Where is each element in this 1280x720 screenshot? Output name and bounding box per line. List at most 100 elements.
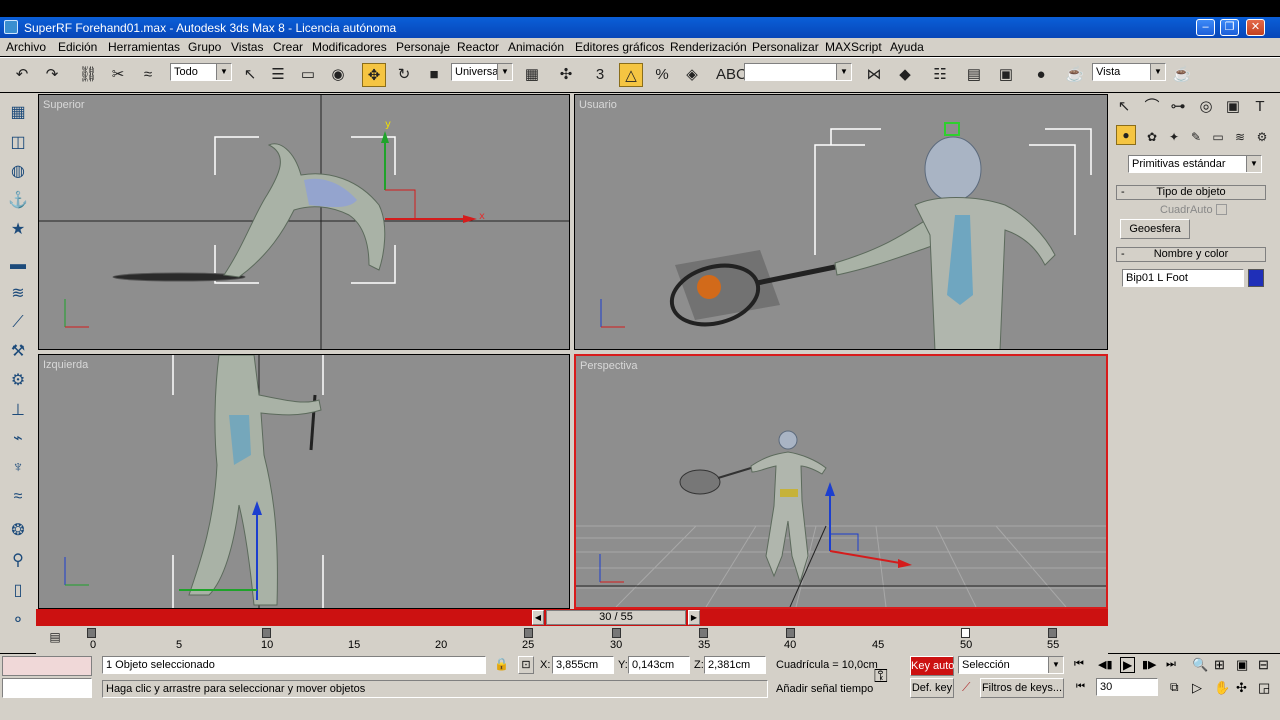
pivot-center-icon[interactable]: ▦ (520, 63, 544, 87)
deforming-mesh-icon[interactable]: ★ (6, 218, 30, 242)
spring-icon[interactable]: ≋ (6, 282, 30, 306)
preview-animation-icon[interactable]: ⚬ (6, 609, 30, 633)
go-to-start-icon[interactable]: ⏮ (1074, 658, 1084, 671)
maxscript-input[interactable] (2, 678, 92, 698)
zoom-icon[interactable]: 🔍 (1192, 657, 1208, 673)
pan-icon[interactable]: ✋ (1214, 680, 1230, 696)
hierarchy-tab-icon[interactable]: ⊶ (1166, 95, 1190, 119)
zoom-extents-all-icon[interactable]: ⊟ (1258, 657, 1269, 673)
reference-coordinate-dropdown[interactable]: Universal ▼ (451, 63, 513, 81)
menu-edicion[interactable]: Edición (58, 40, 97, 54)
object-color-swatch[interactable] (1248, 269, 1264, 287)
rollout-object-type[interactable]: - Tipo de objeto (1116, 185, 1266, 200)
mini-curve-editor-icon[interactable]: ▤ (44, 628, 66, 646)
field-of-view-icon[interactable]: ▷ (1192, 680, 1202, 696)
play-icon[interactable]: ▶ (1120, 657, 1136, 673)
menu-reactor[interactable]: Reactor (457, 40, 499, 54)
rigid-body-collection-icon[interactable]: ▦ (6, 101, 30, 125)
water-icon[interactable]: ♆ (6, 456, 30, 480)
create-tab-icon[interactable]: ↖ (1112, 95, 1136, 119)
menu-personalizar[interactable]: Personalizar (752, 40, 819, 54)
curve-editor-icon[interactable]: ▤ (962, 63, 986, 87)
keyframe-marker[interactable] (699, 628, 708, 638)
space-warps-icon[interactable]: ≋ (1228, 125, 1252, 149)
previous-frame-icon[interactable]: ◀▮ (1098, 658, 1113, 671)
keyframe-marker[interactable] (961, 628, 970, 638)
time-slider-thumb[interactable]: 30 / 55 (546, 610, 686, 625)
viewport-user[interactable]: Usuario (574, 94, 1108, 350)
plane-icon[interactable]: ▬ (6, 253, 30, 277)
ragdoll-icon[interactable]: ▯ (6, 579, 30, 603)
cloth-collection-icon[interactable]: ◫ (6, 131, 30, 155)
menu-crear[interactable]: Crear (273, 40, 303, 54)
rope-collection-icon[interactable]: ⚓ (6, 189, 30, 213)
align-icon[interactable]: ◆ (893, 63, 917, 87)
rectangular-selection-icon[interactable]: ▭ (296, 63, 320, 87)
fracture-icon[interactable]: ⌁ (6, 427, 30, 451)
arc-rotate-icon[interactable]: ✣ (1236, 680, 1247, 696)
selection-set-dropdown[interactable]: Selección ▼ (958, 656, 1064, 674)
select-and-scale-icon[interactable]: ■ (422, 63, 446, 87)
slider-next-icon[interactable]: ▶ (688, 610, 700, 625)
menu-ayuda[interactable]: Ayuda (890, 40, 924, 54)
x-coordinate-field[interactable]: 3,855cm (552, 656, 614, 674)
utilities-tab-icon[interactable]: T (1248, 95, 1272, 119)
material-editor-icon[interactable]: ● (1029, 63, 1053, 87)
hinge-icon[interactable]: ❂ (6, 519, 30, 543)
track-bar[interactable]: ▤ 0 5 10 15 20 25 30 35 40 45 50 55 (36, 626, 1108, 654)
minimize-button[interactable]: – (1196, 19, 1215, 36)
quick-render-icon[interactable]: ☕ (1170, 63, 1194, 87)
bind-space-warp-icon[interactable]: ≈ (136, 63, 160, 87)
motor-icon[interactable]: ⚒ (6, 340, 30, 364)
window-crossing-icon[interactable]: ◉ (326, 63, 350, 87)
primitive-category-dropdown[interactable]: Primitivas estándar ▼ (1128, 155, 1262, 173)
menu-maxscript[interactable]: MAXScript (825, 40, 882, 54)
select-manipulate-icon[interactable]: ✣ (554, 63, 578, 87)
lights-icon[interactable]: ✦ (1162, 125, 1186, 149)
autogrid-checkbox[interactable] (1216, 204, 1227, 215)
zoom-extents-icon[interactable]: ▣ (1236, 657, 1248, 673)
select-by-name-icon[interactable]: ☰ (266, 63, 290, 87)
maxscript-listener-mini[interactable] (2, 656, 92, 676)
viewport-perspective[interactable]: Perspectiva (574, 354, 1108, 609)
add-time-tag-label[interactable]: Añadir señal tiempo (776, 683, 873, 695)
redo-icon[interactable]: ↷ (40, 63, 64, 87)
toy-car-icon[interactable]: ⊥ (6, 399, 30, 423)
percent-snap-icon[interactable]: % (650, 63, 674, 87)
menu-renderizacion[interactable]: Renderización (670, 40, 747, 54)
keyframe-marker[interactable] (524, 628, 533, 638)
angle-snap-icon[interactable]: △ (619, 63, 643, 87)
set-key-button[interactable]: Def. key (910, 678, 954, 698)
time-slider-track[interactable]: ◀ 30 / 55 ▶ (36, 609, 1108, 626)
menu-vistas[interactable]: Vistas (231, 40, 263, 54)
undo-icon[interactable]: ↶ (10, 63, 34, 87)
key-mode-icon[interactable]: ⏮ (1076, 681, 1085, 692)
z-coordinate-field[interactable]: 2,381cm (704, 656, 766, 674)
time-config-icon[interactable]: ⧉ (1170, 680, 1179, 695)
zoom-all-icon[interactable]: ⊞ (1214, 657, 1225, 673)
wind-icon[interactable]: ⚙ (6, 369, 30, 393)
menu-modificadores[interactable]: Modificadores (312, 40, 387, 54)
snaps-toggle-icon[interactable]: 3 (588, 63, 612, 87)
key-icon[interactable]: ⚿ (874, 666, 888, 687)
schematic-view-icon[interactable]: ▣ (994, 63, 1018, 87)
viewport-top[interactable]: Superior y x (38, 94, 570, 350)
dashpot-icon[interactable]: ⟋ (6, 311, 30, 335)
lock-selection-icon[interactable]: 🔒 (494, 657, 509, 671)
shapes-icon[interactable]: ✿ (1140, 125, 1164, 149)
modify-tab-icon[interactable]: ⌒ (1140, 95, 1164, 119)
viewport-left[interactable]: Izquierda (38, 354, 570, 609)
cameras-icon[interactable]: ✎ (1184, 125, 1208, 149)
key-filters-button[interactable]: Filtros de keys... (980, 678, 1064, 698)
motion-tab-icon[interactable]: ◎ (1194, 95, 1218, 119)
select-and-move-icon[interactable]: ✥ (362, 63, 386, 87)
maximize-viewport-icon[interactable]: ◲ (1258, 680, 1270, 696)
helpers-icon[interactable]: ▭ (1206, 125, 1230, 149)
layer-manager-icon[interactable]: ☷ (928, 63, 952, 87)
current-frame-field[interactable]: 30 (1096, 678, 1158, 696)
go-to-end-icon[interactable]: ⏭ (1166, 658, 1176, 671)
selection-filter-dropdown[interactable]: Todo ▼ (170, 63, 232, 81)
select-object-icon[interactable]: ↖ (238, 63, 262, 87)
menu-editores-graficos[interactable]: Editores gráficos (575, 40, 664, 54)
auto-key-button[interactable]: Key auto (910, 656, 954, 676)
